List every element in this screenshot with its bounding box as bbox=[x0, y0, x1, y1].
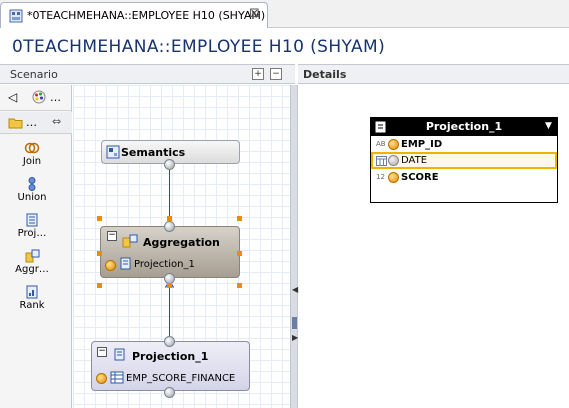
selection-handle[interactable] bbox=[97, 251, 102, 256]
page-title: 0TEACHMEHANA::EMPLOYEE H10 (SHYAM) bbox=[12, 37, 386, 57]
output-orb-icon bbox=[388, 172, 399, 183]
expand-all-icon[interactable]: + bbox=[252, 68, 264, 80]
column-name: DATE bbox=[401, 155, 428, 166]
selection-handle[interactable] bbox=[237, 251, 242, 256]
join-icon bbox=[24, 142, 40, 154]
projection-icon bbox=[120, 257, 131, 270]
selection-handle[interactable] bbox=[237, 216, 242, 221]
date-type-icon bbox=[376, 156, 387, 166]
selection-handle[interactable] bbox=[237, 283, 242, 288]
node-title: Semantics bbox=[121, 146, 186, 159]
node-title: Aggregation bbox=[143, 236, 220, 249]
tool-palette: ◁ … … ⇔ Join Union Proj… Aggr… Rank bbox=[0, 85, 72, 408]
string-type-icon: AB bbox=[376, 140, 386, 148]
palette-folder-row: … ⇔ bbox=[0, 112, 72, 134]
node-input-label: EMP_SCORE_FINANCE bbox=[126, 373, 236, 384]
back-arrow-icon[interactable]: ◁ bbox=[8, 90, 17, 104]
table-row-selected[interactable]: DATE bbox=[371, 152, 557, 169]
node-title: Projection_1 bbox=[132, 350, 209, 363]
selection-handle[interactable] bbox=[167, 283, 172, 288]
scenario-header: Scenario + − bbox=[0, 64, 295, 84]
projection-columns-table[interactable]: Projection_1 ▼ AB EMP_ID DATE 12 SCORE bbox=[370, 117, 558, 203]
aggregation-output-port[interactable] bbox=[164, 221, 175, 232]
folder-more[interactable]: … bbox=[26, 116, 37, 129]
calculation-view-icon bbox=[9, 9, 23, 23]
node-input-label: Projection_1 bbox=[134, 259, 195, 270]
aggregation-icon bbox=[25, 249, 40, 263]
palette-item-union[interactable]: Union bbox=[0, 177, 64, 203]
aggregation-node[interactable]: − Aggregation Projection_1 bbox=[100, 226, 240, 278]
palette-item-label: Rank bbox=[19, 300, 45, 311]
input-orb-icon bbox=[388, 155, 399, 166]
palette-item-label: Union bbox=[17, 192, 47, 203]
close-icon[interactable]: ⊠ bbox=[249, 6, 260, 21]
table-header: Projection_1 ▼ bbox=[371, 118, 557, 136]
palette-item-projection[interactable]: Proj… bbox=[0, 213, 64, 239]
details-label: Details bbox=[303, 68, 347, 81]
collapse-all-icon[interactable]: − bbox=[270, 68, 282, 80]
projection-icon bbox=[26, 213, 38, 227]
dropdown-arrow-icon[interactable]: ▼ bbox=[545, 121, 552, 131]
union-icon bbox=[28, 177, 36, 191]
selection-handle[interactable] bbox=[167, 216, 172, 221]
palette-item-label: Join bbox=[22, 156, 42, 167]
column-name: EMP_ID bbox=[401, 139, 443, 150]
palette-toolbar: ◁ … bbox=[0, 85, 72, 111]
palette-item-join[interactable]: Join bbox=[0, 141, 64, 167]
projection-node[interactable]: − Projection_1 EMP_SCORE_FINANCE bbox=[91, 341, 250, 391]
input-orb-icon bbox=[105, 260, 116, 271]
projection-output-port[interactable] bbox=[164, 336, 175, 347]
palette-item-label: Aggr… bbox=[15, 264, 49, 275]
selection-handle[interactable] bbox=[97, 216, 102, 221]
panel-splitter[interactable]: ◀ ▶ bbox=[290, 85, 298, 408]
semantics-icon bbox=[106, 145, 120, 159]
rank-icon bbox=[26, 285, 38, 299]
collapse-icon[interactable]: − bbox=[107, 231, 117, 241]
folder-icon[interactable] bbox=[8, 117, 23, 129]
palette-icon[interactable] bbox=[32, 90, 46, 104]
splitter-grip[interactable] bbox=[292, 317, 297, 329]
output-orb-icon bbox=[388, 139, 399, 150]
editor-tab[interactable]: *0TEACHMEHANA::EMPLOYEE H10 (SHYAM) ⊠ bbox=[0, 2, 268, 28]
table-row[interactable]: AB EMP_ID bbox=[371, 137, 557, 153]
editor-tab-bar: *0TEACHMEHANA::EMPLOYEE H10 (SHYAM) ⊠ bbox=[0, 0, 569, 28]
scenario-label: Scenario bbox=[10, 68, 58, 81]
numeric-type-icon: 12 bbox=[376, 173, 385, 181]
details-header: Details bbox=[298, 64, 569, 84]
table-title: Projection_1 bbox=[425, 120, 503, 133]
collapse-right-icon[interactable]: ▶ bbox=[292, 333, 298, 342]
tab-label: *0TEACHMEHANA::EMPLOYEE H10 (SHYAM) bbox=[27, 9, 266, 22]
palette-item-aggregation[interactable]: Aggr… bbox=[0, 249, 64, 275]
projection-input-port[interactable] bbox=[164, 387, 175, 398]
swap-arrows-icon[interactable]: ⇔ bbox=[52, 115, 61, 128]
aggregation-icon bbox=[122, 234, 138, 248]
collapse-icon[interactable]: − bbox=[97, 347, 107, 357]
table-icon bbox=[110, 371, 124, 384]
palette-more[interactable]: … bbox=[50, 91, 61, 104]
palette-item-label: Proj… bbox=[17, 228, 47, 239]
collapse-left-icon[interactable]: ◀ bbox=[292, 285, 298, 294]
selection-handle[interactable] bbox=[97, 283, 102, 288]
semantics-input-port[interactable] bbox=[164, 159, 175, 170]
input-orb-icon bbox=[96, 373, 107, 384]
palette-item-rank[interactable]: Rank bbox=[0, 285, 64, 311]
table-row[interactable]: 12 SCORE bbox=[371, 170, 557, 186]
column-name: SCORE bbox=[401, 172, 439, 183]
projection-icon bbox=[114, 348, 125, 361]
